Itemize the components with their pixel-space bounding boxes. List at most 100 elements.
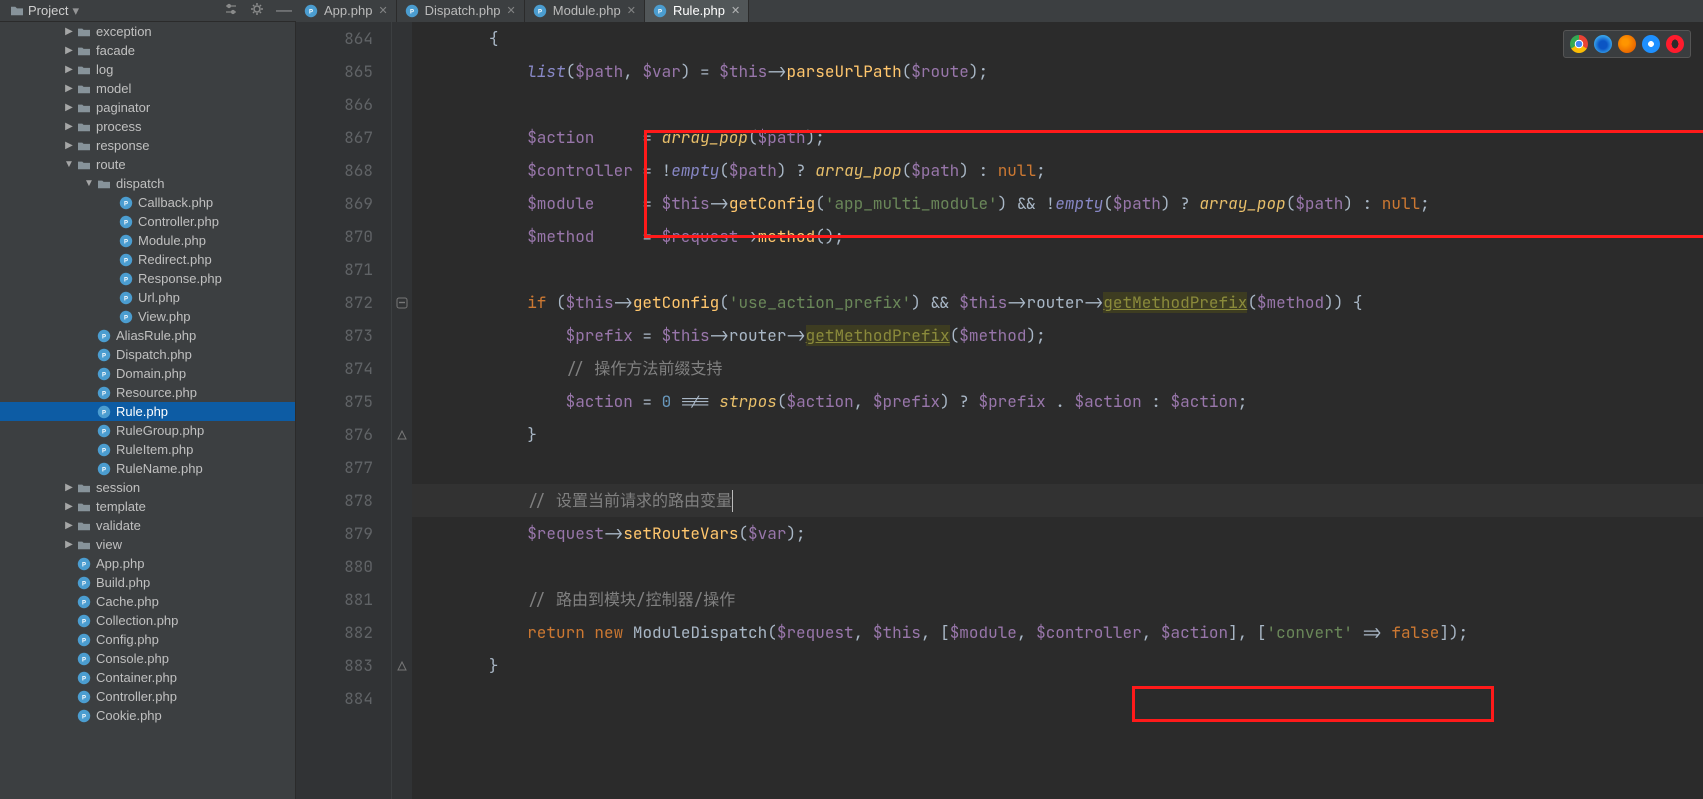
chevron-down-icon[interactable]: ▼ — [82, 178, 96, 189]
chevron-right-icon[interactable]: ▶ — [62, 520, 76, 531]
ide-toolbar: Project ▾ — App.php✕Dispatch.php✕Module.… — [0, 0, 1703, 22]
code-line[interactable] — [412, 88, 1703, 121]
tree-folder-view[interactable]: ▶view — [0, 535, 295, 554]
chevron-right-icon[interactable]: ▶ — [62, 121, 76, 132]
chevron-right-icon[interactable]: ▶ — [62, 140, 76, 151]
project-dropdown[interactable]: Project ▾ — [4, 1, 85, 21]
tree-item-label: session — [96, 480, 140, 495]
close-icon[interactable]: ✕ — [731, 4, 740, 17]
tree-folder-facade[interactable]: ▶facade — [0, 41, 295, 60]
fold-mark[interactable] — [396, 286, 408, 319]
tree-file-controller-php[interactable]: ▶Controller.php — [0, 687, 295, 706]
line-number: 874 — [296, 352, 373, 385]
code-line[interactable]: list($path, $var) = $this->parseUrlPath(… — [412, 55, 1703, 88]
code-line[interactable] — [412, 550, 1703, 583]
close-icon[interactable]: ✕ — [507, 4, 516, 17]
settings-slider-icon[interactable] — [220, 2, 242, 19]
tree-file-app-php[interactable]: ▶App.php — [0, 554, 295, 573]
minimize-icon[interactable]: — — [272, 2, 296, 20]
tree-folder-process[interactable]: ▶process — [0, 117, 295, 136]
tree-folder-template[interactable]: ▶template — [0, 497, 295, 516]
tree-file-domain-php[interactable]: ▶Domain.php — [0, 364, 295, 383]
editor-tab-rule-php[interactable]: Rule.php✕ — [645, 0, 749, 22]
chevron-right-icon[interactable]: ▶ — [62, 26, 76, 37]
fold-mark[interactable] — [396, 418, 408, 451]
code-line[interactable]: return new ModuleDispatch($request, $thi… — [412, 616, 1703, 649]
tree-folder-dispatch[interactable]: ▼dispatch — [0, 174, 295, 193]
tree-file-callback-php[interactable]: ▶Callback.php — [0, 193, 295, 212]
close-icon[interactable]: ✕ — [627, 4, 636, 17]
safari-icon[interactable] — [1642, 35, 1660, 53]
edge-icon[interactable] — [1594, 35, 1612, 53]
tree-file-cache-php[interactable]: ▶Cache.php — [0, 592, 295, 611]
code-line[interactable]: $method = $request->method(); — [412, 220, 1703, 253]
code-line[interactable]: { — [412, 22, 1703, 55]
tree-file-dispatch-php[interactable]: ▶Dispatch.php — [0, 345, 295, 364]
tree-item-label: Cache.php — [96, 594, 159, 609]
tree-folder-model[interactable]: ▶model — [0, 79, 295, 98]
tree-folder-log[interactable]: ▶log — [0, 60, 295, 79]
php-file-icon — [118, 310, 134, 324]
chevron-right-icon[interactable]: ▶ — [62, 45, 76, 56]
code-line[interactable]: // 设置当前请求的路由变量 — [412, 484, 1703, 517]
tree-file-console-php[interactable]: ▶Console.php — [0, 649, 295, 668]
tree-folder-exception[interactable]: ▶exception — [0, 22, 295, 41]
code-line[interactable] — [412, 451, 1703, 484]
tree-file-rulename-php[interactable]: ▶RuleName.php — [0, 459, 295, 478]
code-line[interactable]: } — [412, 649, 1703, 682]
chrome-icon[interactable] — [1570, 35, 1588, 53]
tree-file-resource-php[interactable]: ▶Resource.php — [0, 383, 295, 402]
editor-tab-module-php[interactable]: Module.php✕ — [525, 0, 645, 22]
code-line[interactable]: $request->setRouteVars($var); — [412, 517, 1703, 550]
close-icon[interactable]: ✕ — [378, 4, 387, 17]
tree-folder-route[interactable]: ▼route — [0, 155, 295, 174]
chevron-right-icon[interactable]: ▶ — [62, 102, 76, 113]
code-line[interactable]: } — [412, 418, 1703, 451]
code-line[interactable]: $controller = !empty($path) ? array_pop(… — [412, 154, 1703, 187]
tree-file-redirect-php[interactable]: ▶Redirect.php — [0, 250, 295, 269]
chevron-down-icon[interactable]: ▼ — [62, 159, 76, 170]
tree-file-url-php[interactable]: ▶Url.php — [0, 288, 295, 307]
chevron-right-icon[interactable]: ▶ — [62, 539, 76, 550]
tree-file-view-php[interactable]: ▶View.php — [0, 307, 295, 326]
opera-icon[interactable] — [1666, 35, 1684, 53]
tree-folder-session[interactable]: ▶ session — [0, 478, 295, 497]
chevron-right-icon[interactable]: ▶ — [62, 501, 76, 512]
tree-file-container-php[interactable]: ▶Container.php — [0, 668, 295, 687]
tree-file-controller-php[interactable]: ▶Controller.php — [0, 212, 295, 231]
tree-file-response-php[interactable]: ▶Response.php — [0, 269, 295, 288]
tree-file-rule-php[interactable]: ▶Rule.php — [0, 402, 295, 421]
gear-icon[interactable] — [246, 2, 268, 19]
code-line[interactable]: $action = array_pop($path); — [412, 121, 1703, 154]
code-editor[interactable]: 8648658668678688698708718728738748758768… — [296, 22, 1703, 799]
tree-file-module-php[interactable]: ▶Module.php — [0, 231, 295, 250]
code-line[interactable]: $prefix = $this->router->getMethodPrefix… — [412, 319, 1703, 352]
firefox-icon[interactable] — [1618, 35, 1636, 53]
code-line[interactable]: // 路由到模块/控制器/操作 — [412, 583, 1703, 616]
tree-file-cookie-php[interactable]: ▶Cookie.php — [0, 706, 295, 725]
tree-file-ruleitem-php[interactable]: ▶RuleItem.php — [0, 440, 295, 459]
tree-file-aliasrule-php[interactable]: ▶AliasRule.php — [0, 326, 295, 345]
code-line[interactable] — [412, 253, 1703, 286]
tree-file-collection-php[interactable]: ▶Collection.php — [0, 611, 295, 630]
chevron-right-icon[interactable]: ▶ — [62, 83, 76, 94]
tree-file-rulegroup-php[interactable]: ▶RuleGroup.php — [0, 421, 295, 440]
project-tree[interactable]: ▶exception▶facade▶log▶model▶paginator▶pr… — [0, 22, 296, 799]
code-area[interactable]: { list($path, $var) = $this->parseUrlPat… — [412, 22, 1703, 799]
tree-folder-response[interactable]: ▶response — [0, 136, 295, 155]
code-line[interactable]: if ($this->getConfig('use_action_prefix'… — [412, 286, 1703, 319]
line-number: 878 — [296, 484, 373, 517]
chevron-right-icon[interactable]: ▶ — [62, 64, 76, 75]
editor-tab-app-php[interactable]: App.php✕ — [296, 0, 397, 22]
fold-mark[interactable] — [396, 649, 408, 682]
code-line[interactable]: $module = $this->getConfig('app_multi_mo… — [412, 187, 1703, 220]
code-line[interactable]: $action = 0 !== strpos($action, $prefix)… — [412, 385, 1703, 418]
tree-file-config-php[interactable]: ▶Config.php — [0, 630, 295, 649]
editor-tab-dispatch-php[interactable]: Dispatch.php✕ — [397, 0, 525, 22]
tree-file-build-php[interactable]: ▶Build.php — [0, 573, 295, 592]
code-line[interactable]: // 操作方法前缀支持 — [412, 352, 1703, 385]
code-line[interactable] — [412, 682, 1703, 715]
tree-folder-validate[interactable]: ▶validate — [0, 516, 295, 535]
chevron-right-icon[interactable]: ▶ — [62, 482, 76, 493]
tree-folder-paginator[interactable]: ▶paginator — [0, 98, 295, 117]
